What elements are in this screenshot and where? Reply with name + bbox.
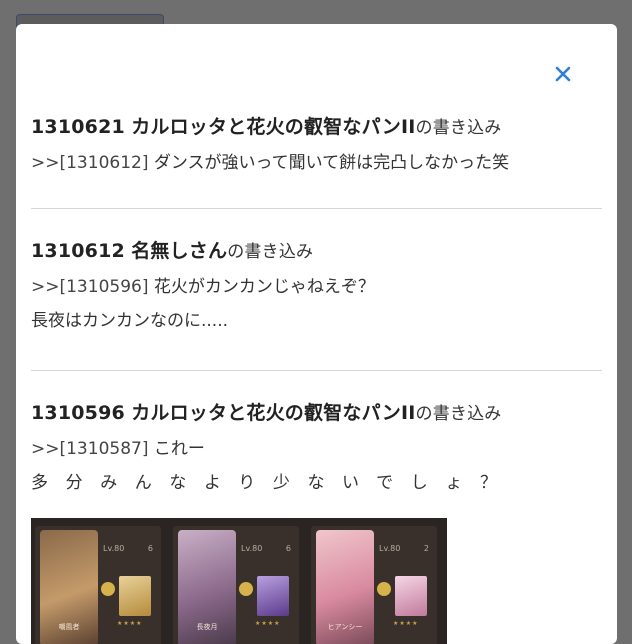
level-label: Lv.80 (379, 544, 401, 553)
star-rating: ★★★★ (393, 620, 419, 627)
light-cone-image (257, 576, 289, 616)
post-body-line: >>[1310587] これー (31, 437, 603, 461)
post-1310612: 1310612 名無しさんの書き込み >>[1310596] 花火がカンカンじゃ… (31, 236, 603, 333)
post-author: 名無しさん (131, 240, 228, 262)
character-name: ヒアンシー (327, 623, 363, 631)
post-author: カルロッタと花火の叡智なパンII (131, 116, 416, 138)
eidolon-count: 6 (285, 544, 291, 553)
reply-link[interactable]: >>[1310596] (31, 277, 148, 297)
post-text: ダンスが強いって聞いて餅は完凸しなかった笑 (153, 153, 510, 173)
character-portrait: ヒアンシー (316, 530, 374, 644)
reply-link[interactable]: >>[1310612] (31, 153, 148, 173)
star-rating: ★★★★ (255, 620, 281, 627)
eidolon-count: 6 (147, 544, 153, 553)
character-name: 嘲風者 (58, 623, 80, 631)
level-label: Lv.80 (241, 544, 263, 553)
post-text: 多分みんなより少ないでしょ？ (31, 473, 515, 493)
post-1310621: 1310621 カルロッタと花火の叡智なパンIIの書き込み >>[1310612… (31, 112, 603, 175)
path-icon (239, 582, 253, 596)
post-1310596: 1310596 カルロッタと花火の叡智なパンIIの書き込み >>[1310587… (31, 398, 603, 495)
reply-modal: 1310621 カルロッタと花火の叡智なパンIIの書き込み >>[1310612… (16, 24, 617, 644)
level-label: Lv.80 (103, 544, 125, 553)
character-portrait: 嘲風者 (40, 530, 98, 644)
post-body-line: >>[1310596] 花火がカンカンじゃねえぞ？ (31, 275, 603, 299)
post-header: 1310596 カルロッタと花火の叡智なパンIIの書き込み (31, 398, 603, 425)
light-cone-image (119, 576, 151, 616)
post-text: 花火がカンカンじゃねえぞ？ (153, 277, 375, 297)
close-icon (555, 66, 571, 82)
post-id: 1310612 (31, 240, 125, 262)
eidolon-count: 2 (423, 544, 429, 553)
star-rating: ★★★★ (117, 620, 143, 627)
post-text: 長夜はカンカンなのに..... (31, 311, 229, 331)
close-button[interactable] (547, 58, 579, 90)
divider (31, 208, 602, 209)
post-header: 1310621 カルロッタと花火の叡智なパンIIの書き込み (31, 112, 603, 139)
character-portrait: 長夜月 (178, 530, 236, 644)
divider (31, 370, 602, 371)
light-cone-image (395, 576, 427, 616)
character-card: ヒアンシー Lv.80 2 ★★★★ (311, 526, 437, 644)
post-body-line: >>[1310612] ダンスが強いって聞いて餅は完凸しなかった笑 (31, 151, 603, 175)
post-suffix: の書き込み (415, 118, 502, 138)
path-icon (101, 582, 115, 596)
post-id: 1310596 (31, 402, 125, 424)
post-text: これー (153, 439, 205, 459)
reply-link[interactable]: >>[1310587] (31, 439, 148, 459)
character-card: 長夜月 Lv.80 6 ★★★★ (173, 526, 299, 644)
path-icon (377, 582, 391, 596)
post-suffix: の書き込み (415, 404, 502, 424)
post-author: カルロッタと花火の叡智なパンII (131, 402, 416, 424)
character-name: 長夜月 (196, 623, 218, 631)
character-card: 嘲風者 Lv.80 6 ★★★★ (35, 526, 161, 644)
post-suffix: の書き込み (227, 242, 314, 262)
post-header: 1310612 名無しさんの書き込み (31, 236, 603, 263)
attached-image[interactable]: 嘲風者 Lv.80 6 ★★★★ 長夜月 Lv.80 6 ★★★★ ヒアンシー … (31, 518, 447, 644)
post-id: 1310621 (31, 116, 125, 138)
